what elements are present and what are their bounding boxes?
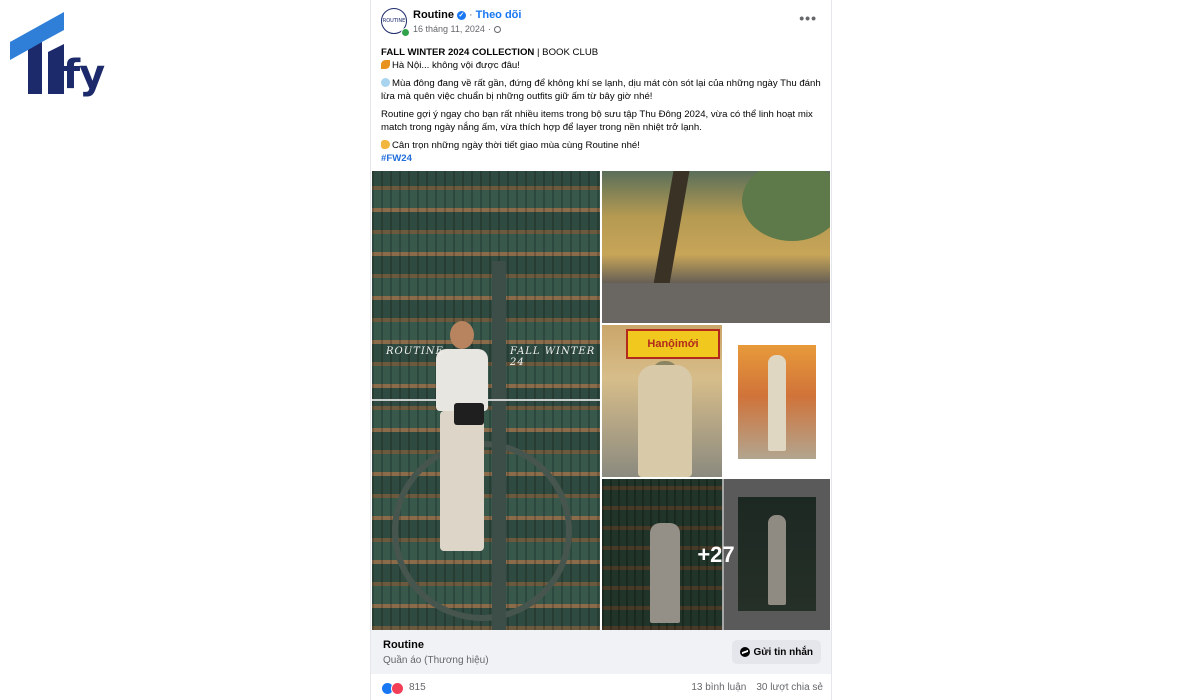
photo-newsstand[interactable]: Hanộimới xyxy=(602,325,722,477)
paragraph-cta: Cân trọn những ngày thời tiết giao mùa c… xyxy=(392,140,640,151)
post-paragraph: Routine gợi ý ngay cho bạn rất nhiều ite… xyxy=(381,108,821,134)
post-paragraph: Mùa đông đang về rất gần, đứng để không … xyxy=(381,77,821,103)
page-info-footer: Routine Quần áo (Thương hiệu) Gửi tin nh… xyxy=(371,630,831,674)
paragraph-collection: Routine gợi ý ngay cho bạn rất nhiều ite… xyxy=(381,109,813,133)
tagline: Hà Nội... không vội được đâu! xyxy=(392,60,520,71)
send-message-label: Gửi tin nhắn xyxy=(753,646,813,658)
facebook-post-card: ROUTINE Routine ✓ · Theo dõi 16 tháng 11… xyxy=(370,0,832,700)
shares-count[interactable]: 30 lượt chia sẻ xyxy=(756,682,823,693)
send-message-button[interactable]: Gửi tin nhắn xyxy=(731,640,821,664)
model-bag xyxy=(454,403,484,425)
love-reaction-icon xyxy=(391,682,404,695)
avatar-text: ROUTINE xyxy=(382,18,406,24)
online-status-dot xyxy=(401,28,410,37)
post-date[interactable]: 16 tháng 11, 2024 xyxy=(413,24,485,34)
collection-subtitle: | BOOK CLUB xyxy=(534,47,599,58)
page-name-link[interactable]: Routine xyxy=(413,9,454,21)
photo-main-bookstore[interactable]: ROUTINE FALL WINTER 24 xyxy=(372,171,600,630)
photo-frame xyxy=(738,345,816,459)
separator-dot-2: · xyxy=(487,24,491,34)
more-options-icon[interactable]: ••• xyxy=(799,10,817,26)
reaction-count[interactable]: 815 xyxy=(409,682,426,693)
follow-button[interactable]: Theo dõi xyxy=(476,9,522,21)
model-figure xyxy=(432,321,492,561)
comments-count[interactable]: 13 bình luận xyxy=(691,682,746,693)
post-title-line: FALL WINTER 2024 COLLECTION | BOOK CLUB … xyxy=(381,46,821,72)
globe-icon xyxy=(493,25,501,33)
collection-title: FALL WINTER 2024 COLLECTION xyxy=(381,47,535,58)
model-figure xyxy=(638,365,692,477)
model-head xyxy=(450,321,474,349)
messenger-icon xyxy=(739,647,750,657)
tree-foliage-shape xyxy=(742,171,830,241)
verified-badge-icon: ✓ xyxy=(456,10,466,20)
post-author-line: Routine ✓ · Theo dõi xyxy=(413,9,521,21)
post-body: FALL WINTER 2024 COLLECTION | BOOK CLUB … xyxy=(371,46,831,165)
model-figure xyxy=(768,355,786,451)
photo-overlay-collection-text: FALL WINTER 24 xyxy=(510,346,596,368)
pointing-hand-emoji-icon xyxy=(381,140,390,149)
post-meta: 16 tháng 11, 2024 · xyxy=(413,24,501,34)
more-photos-overlay[interactable]: +27 xyxy=(602,479,830,630)
reaction-icons[interactable] xyxy=(381,682,404,695)
photo-wall-framed[interactable] xyxy=(724,325,830,477)
road-shape xyxy=(602,283,830,323)
reactions-bar: 815 13 bình luận 30 lượt chia sẻ xyxy=(371,676,831,700)
post-header: ROUTINE Routine ✓ · Theo dõi 16 tháng 11… xyxy=(371,0,831,46)
model-shirt xyxy=(436,349,488,411)
post-paragraph: Cân trọn những ngày thời tiết giao mùa c… xyxy=(381,139,821,165)
footer-page-name[interactable]: Routine xyxy=(383,639,424,651)
snowflake-emoji-icon xyxy=(381,78,390,87)
tree-trunk-shape xyxy=(650,171,690,301)
photo-grid: ROUTINE FALL WINTER 24 Hanộimới +27 xyxy=(372,171,830,630)
staircase-pole-shape xyxy=(492,261,506,630)
paragraph-winter: Mùa đông đang về rất gần, đứng để không … xyxy=(381,78,821,102)
engagement-counts: 13 bình luận 30 lượt chia sẻ xyxy=(691,682,823,693)
separator-dot: · xyxy=(468,9,473,21)
model-pants xyxy=(440,411,484,551)
photo-street[interactable] xyxy=(602,171,830,323)
hashtag-link[interactable]: #FW24 xyxy=(381,153,412,164)
footer-page-category: Quần áo (Thương hiệu) xyxy=(383,655,489,666)
leaf-emoji-icon xyxy=(381,60,390,69)
photo-overlay-brand-text: ROUTINE xyxy=(386,346,444,357)
watermark-text: ify xyxy=(50,52,105,98)
more-photos-count: +27 xyxy=(697,541,735,567)
brand-watermark-logo: ify xyxy=(8,12,108,98)
store-sign: Hanộimới xyxy=(626,329,720,359)
